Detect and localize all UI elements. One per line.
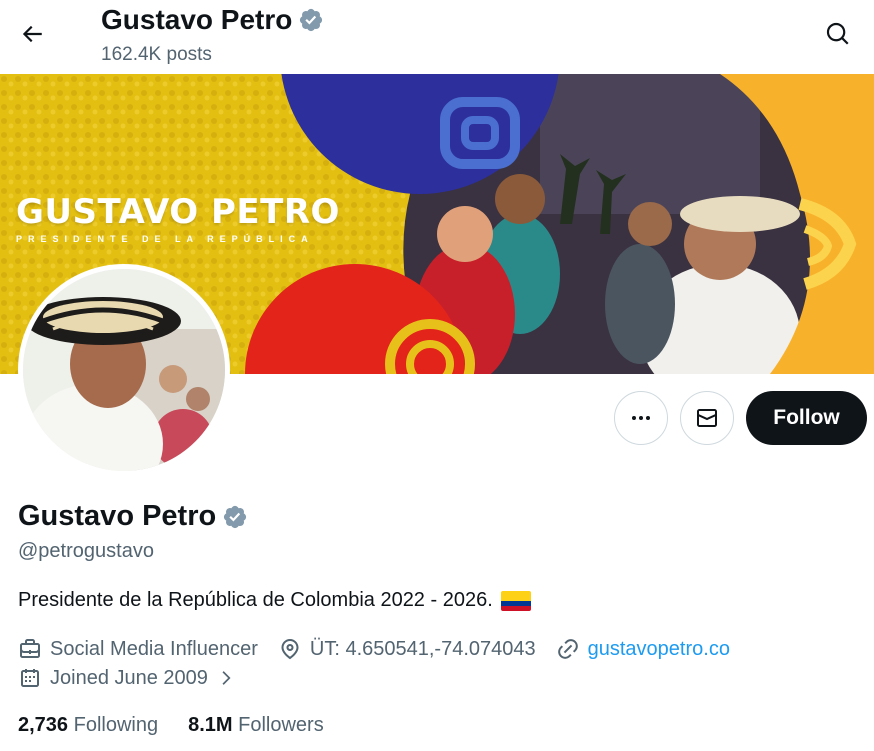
back-button[interactable] <box>14 16 50 52</box>
top-bar: Gustavo Petro 162.4K posts <box>0 0 874 74</box>
profile-meta: Social Media Influencer ÜT: 4.650541,-74… <box>18 637 750 661</box>
link-icon <box>557 639 578 659</box>
follow-button[interactable]: Follow <box>746 391 867 445</box>
banner-name: GUSTAVO PETRO <box>16 192 340 232</box>
verified-badge-icon[interactable] <box>222 504 248 530</box>
avatar-image <box>23 269 225 471</box>
search-button[interactable] <box>818 14 858 54</box>
banner-text: GUSTAVO PETRO PRESIDENTE DE LA REPÚBLICA <box>16 192 340 244</box>
profile-name: Gustavo Petro <box>18 500 217 532</box>
header-name: Gustavo Petro <box>101 4 293 35</box>
more-icon <box>632 416 650 420</box>
bio-text: Presidente de la República de Colombia 2… <box>18 589 493 611</box>
banner-subtitle: PRESIDENTE DE LA REPÚBLICA <box>16 234 314 244</box>
profile-bio: Presidente de la República de Colombia 2… <box>18 589 531 612</box>
header-title: Gustavo Petro <box>101 4 324 36</box>
profile-stats: 2,736 Following 8.1M Followers <box>18 714 354 737</box>
profile-name-row: Gustavo Petro <box>18 500 248 533</box>
avatar[interactable] <box>18 264 230 476</box>
category-item: Social Media Influencer <box>18 637 258 661</box>
following-link[interactable]: 2,736 Following <box>18 714 158 737</box>
location-item: ÜT: 4.650541,-74.074043 <box>278 637 536 661</box>
category-text: Social Media Influencer <box>50 637 258 660</box>
following-count: 2,736 <box>18 714 69 736</box>
profile-handle: @petrogustavo <box>18 540 154 562</box>
location-pin-icon <box>281 639 299 660</box>
website-link[interactable]: gustavopetro.co <box>588 638 730 661</box>
joined-item[interactable]: Joined June 2009 <box>18 666 236 690</box>
verified-badge-icon <box>300 8 323 32</box>
mail-icon <box>696 409 717 427</box>
message-button[interactable] <box>680 391 734 445</box>
joined-text: Joined June 2009 <box>50 666 208 689</box>
followers-count: 8.1M <box>188 714 233 736</box>
website-item[interactable]: gustavopetro.co <box>556 637 730 661</box>
chevron-right-icon <box>222 671 231 685</box>
more-button[interactable] <box>614 391 668 445</box>
briefcase-icon <box>20 639 40 658</box>
calendar-icon <box>21 669 39 687</box>
post-count: 162.4K posts <box>101 44 212 65</box>
arrow-left-icon <box>22 25 42 43</box>
followers-link[interactable]: 8.1M Followers <box>188 714 324 737</box>
joined-row: Joined June 2009 <box>18 666 256 690</box>
search-icon <box>826 22 849 45</box>
colombia-flag-icon <box>500 590 531 611</box>
following-label: Following <box>73 714 159 736</box>
location-text: ÜT: 4.650541,-74.074043 <box>309 637 536 660</box>
followers-label: Followers <box>238 714 324 736</box>
